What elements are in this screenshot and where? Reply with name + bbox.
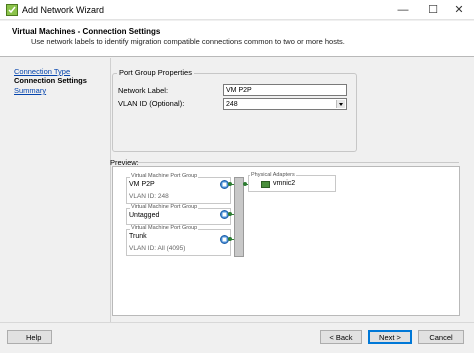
adapter-name: vmnic2 — [273, 180, 296, 187]
connector-dot — [228, 212, 232, 216]
page-subtitle: Use network labels to identify migration… — [31, 37, 345, 46]
connector-dot — [228, 182, 232, 186]
connector-dot — [243, 182, 247, 186]
virtual-switch — [234, 177, 244, 257]
network-adapter-icon — [261, 181, 270, 188]
help-button[interactable]: Help — [7, 330, 52, 344]
step-connection-type[interactable]: Connection Type — [14, 67, 70, 76]
vlan-id-value: 248 — [226, 101, 238, 108]
network-label-input[interactable]: VM P2P — [223, 84, 347, 96]
network-label-label: Network Label: — [118, 86, 169, 95]
port-group-name: Untagged — [129, 212, 160, 219]
back-button[interactable]: < Back — [320, 330, 362, 344]
step-summary[interactable]: Summary — [14, 86, 46, 95]
port-group-legend: Virtual Machine Port Group — [130, 173, 199, 179]
vlan-id-select[interactable]: 248 — [223, 98, 347, 110]
preview-divider — [137, 162, 459, 163]
physical-adapters-legend: Physical Adapters — [250, 172, 296, 178]
window-title: Add Network Wizard — [22, 5, 105, 15]
page-title: Virtual Machines - Connection Settings — [12, 27, 161, 36]
wizard-steps-sidebar — [0, 58, 110, 322]
port-group-name: Trunk — [129, 233, 147, 240]
port-group-vlan: VLAN ID: 248 — [129, 193, 169, 200]
cancel-button[interactable]: Cancel — [418, 330, 464, 344]
port-group-legend: Virtual Machine Port Group — [130, 204, 199, 210]
step-connection-settings: Connection Settings — [14, 76, 87, 85]
port-group-vlan: VLAN ID: All (4095) — [129, 245, 186, 252]
vlan-id-label: VLAN ID (Optional): — [118, 99, 185, 108]
wizard-header: Virtual Machines - Connection Settings U… — [0, 21, 474, 57]
next-button[interactable]: Next > — [368, 330, 412, 344]
port-group-name: VM P2P — [129, 181, 155, 188]
title-bar: Add Network Wizard — ☐ ✕ — [0, 0, 474, 20]
port-group-properties-title: Port Group Properties — [117, 68, 194, 77]
connector-dot — [228, 237, 232, 241]
port-group-legend: Virtual Machine Port Group — [130, 225, 199, 231]
chevron-down-icon[interactable] — [336, 100, 345, 108]
minimize-button[interactable]: — — [388, 0, 418, 20]
wizard-app-icon — [6, 4, 18, 16]
close-button[interactable]: ✕ — [444, 0, 474, 20]
